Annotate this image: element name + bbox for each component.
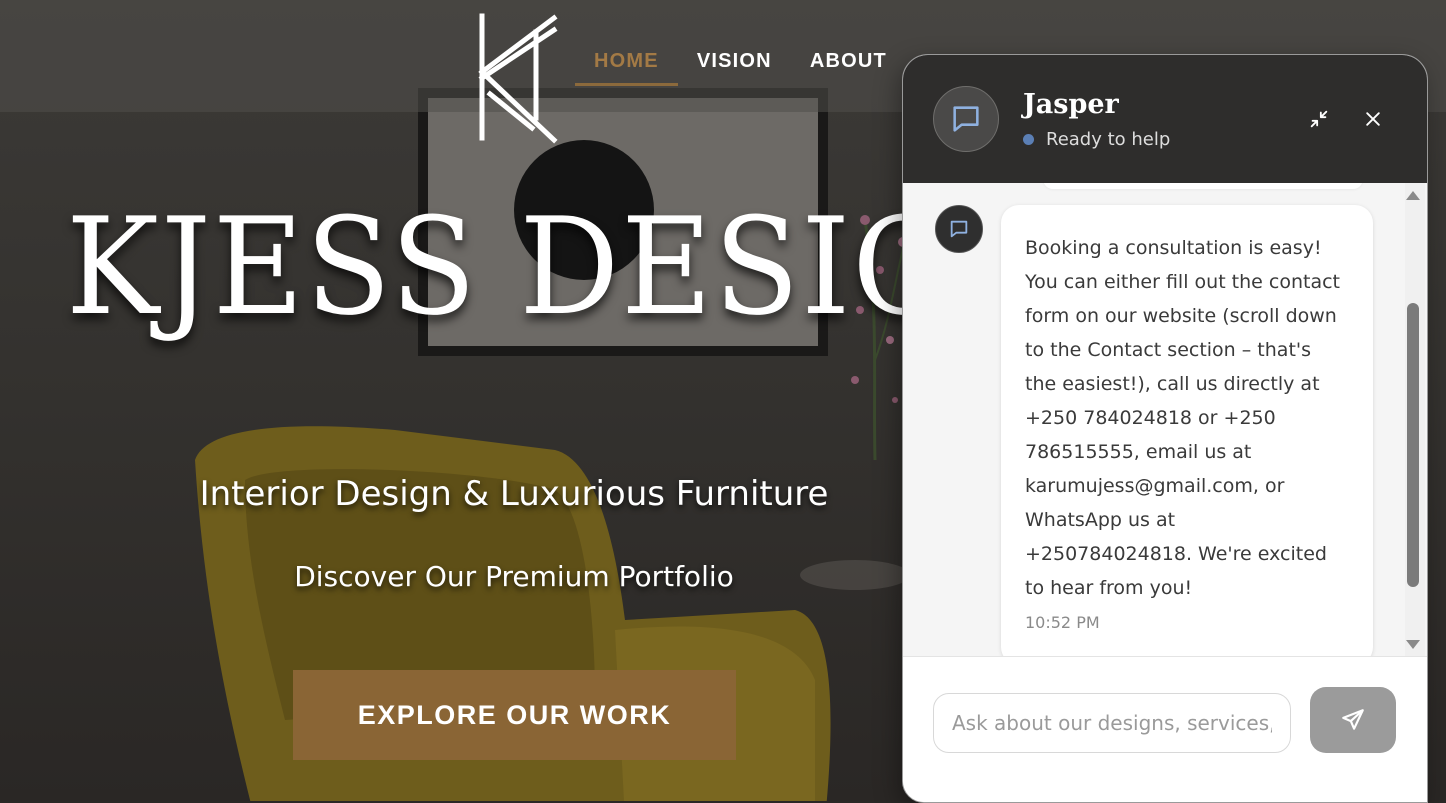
explore-work-button[interactable]: EXPLORE OUR WORK <box>293 670 736 760</box>
scroll-down-icon[interactable] <box>1406 640 1420 649</box>
nav-about[interactable]: ABOUT <box>791 50 906 86</box>
chat-bubble-icon <box>933 86 999 152</box>
hero-subtagline: Discover Our Premium Portfolio <box>294 560 734 593</box>
status-text: Ready to help <box>1046 129 1171 150</box>
scroll-thumb[interactable] <box>1407 303 1419 587</box>
send-icon <box>1342 709 1364 730</box>
bot-avatar-icon <box>935 205 983 253</box>
chat-input[interactable] <box>933 693 1291 753</box>
nav-home[interactable]: HOME <box>575 50 678 86</box>
chat-scrollbar[interactable] <box>1405 183 1425 656</box>
send-button[interactable] <box>1310 687 1396 753</box>
chat-header: Jasper Ready to help <box>903 55 1427 183</box>
chat-messages[interactable]: Booking a consultation is easy! You can … <box>903 183 1427 656</box>
chat-widget: Jasper Ready to help Booking a consultat… <box>902 54 1428 803</box>
minimize-icon[interactable] <box>1303 103 1335 135</box>
bot-message: Booking a consultation is easy! You can … <box>1001 205 1373 656</box>
kj-logo-icon[interactable] <box>472 12 564 148</box>
assistant-status: Ready to help <box>1023 129 1170 150</box>
scroll-up-icon[interactable] <box>1406 191 1420 200</box>
assistant-name: Jasper <box>1023 89 1119 120</box>
nav-vision[interactable]: VISION <box>678 50 791 86</box>
status-dot-icon <box>1023 134 1034 145</box>
message-text: Booking a consultation is easy! You can … <box>1025 237 1341 599</box>
hero-tagline: Interior Design & Luxurious Furniture <box>199 474 829 514</box>
close-icon[interactable] <box>1357 103 1389 135</box>
message-time: 10:52 PM <box>1025 613 1100 632</box>
chat-footer <box>903 656 1427 802</box>
main-nav: HOME VISION ABOUT <box>575 50 906 86</box>
